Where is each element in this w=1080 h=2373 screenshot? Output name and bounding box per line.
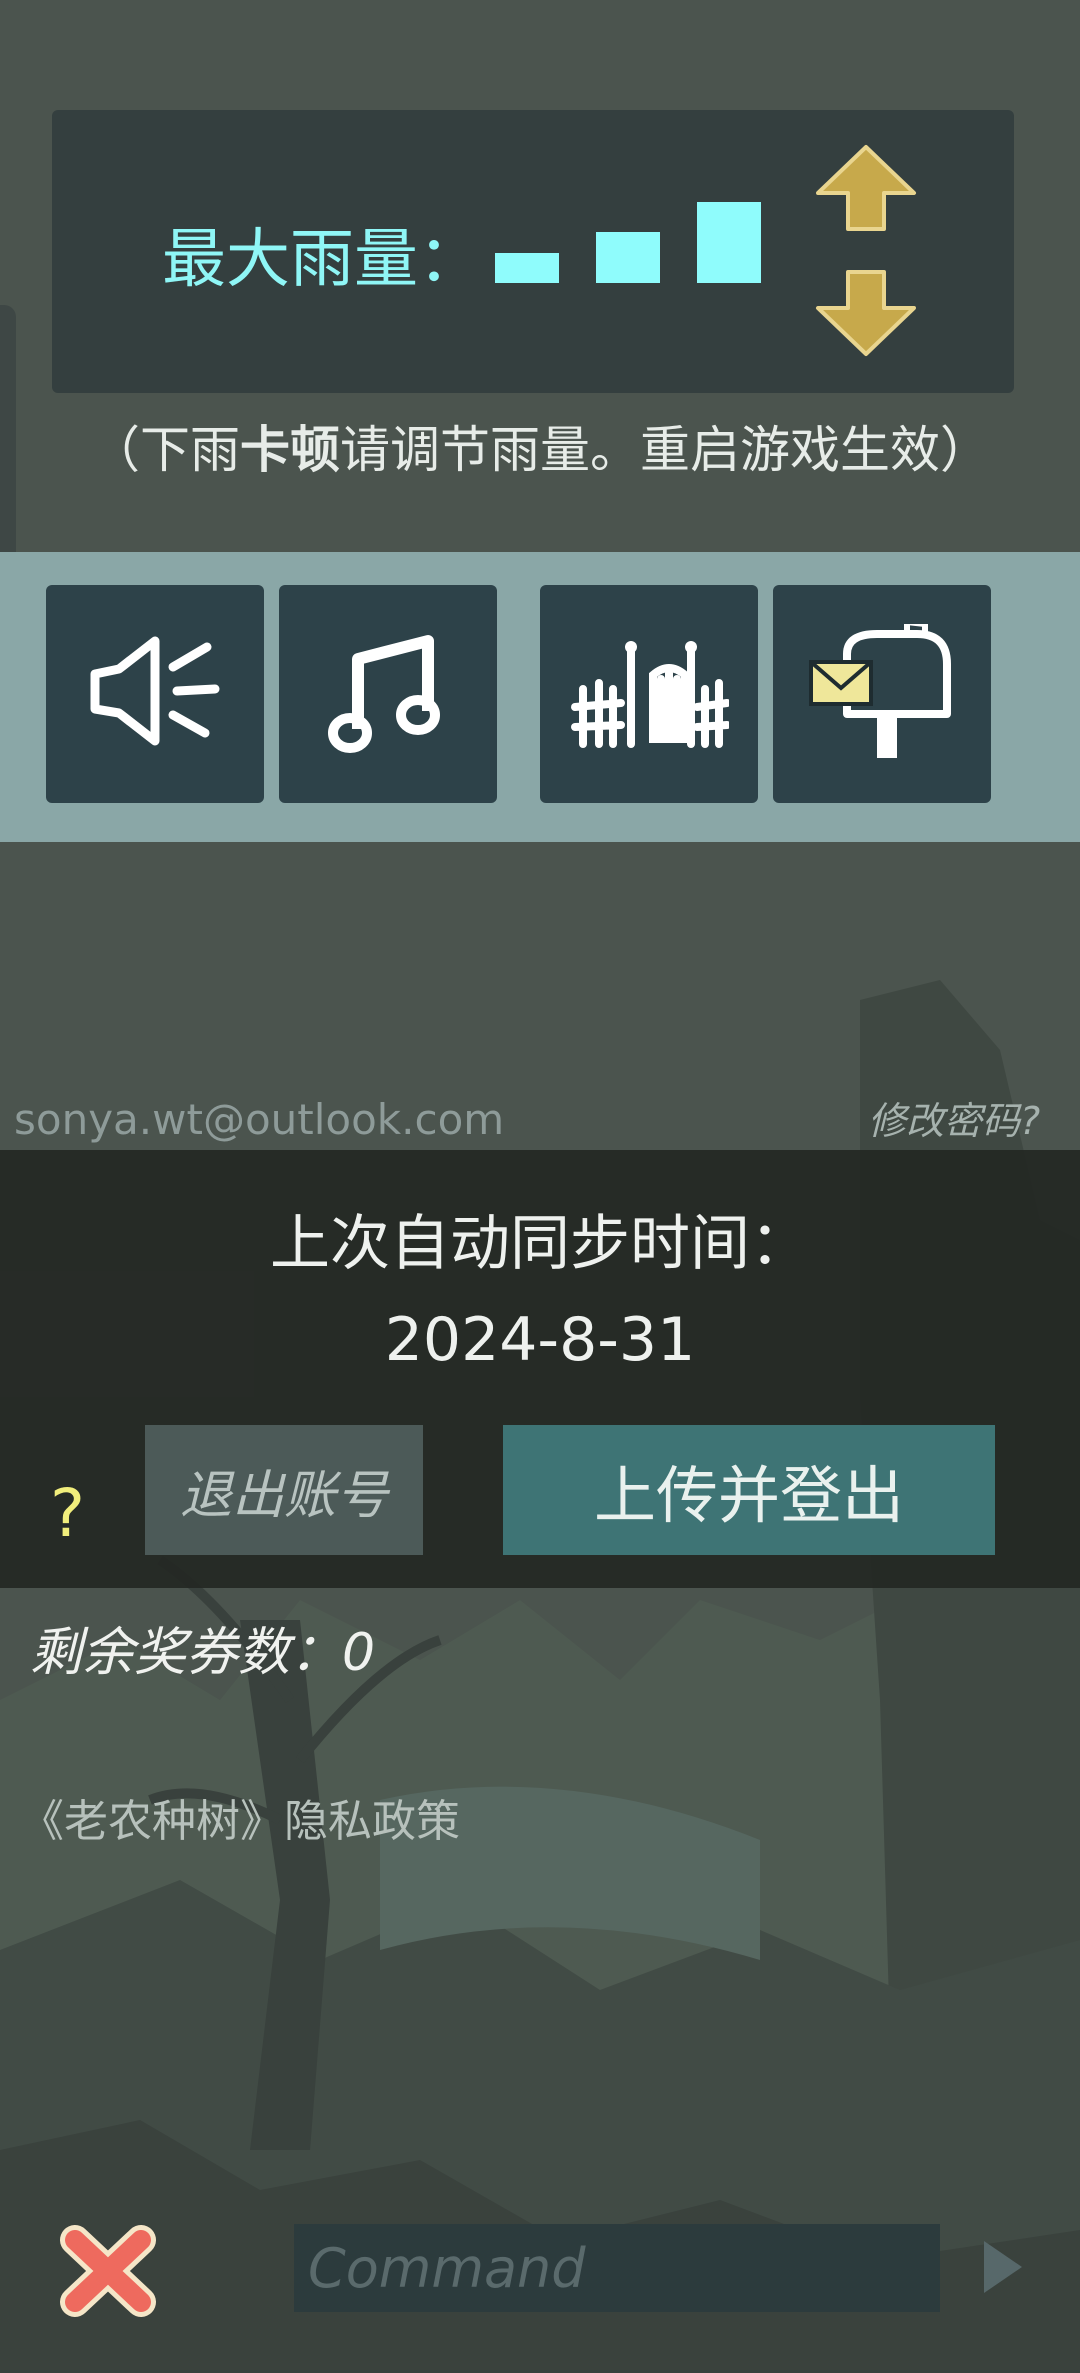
fence-gate-icon (571, 641, 729, 748)
rain-note: （下雨卡顿请调节雨量。重启游戏生效） (90, 421, 990, 479)
fence-gate-button[interactable] (540, 585, 758, 803)
close-icon[interactable] (55, 2222, 160, 2320)
help-question-icon[interactable]: ? (50, 1475, 85, 1552)
command-input[interactable] (294, 2224, 940, 2312)
change-password-link[interactable]: 修改密码? (868, 1090, 1040, 1145)
privacy-policy-link[interactable]: 《老农种树》隐私政策 (20, 1785, 460, 1849)
rain-increase-arrow-icon[interactable] (814, 143, 918, 233)
rain-level-bar-3[interactable] (697, 202, 761, 283)
send-play-icon[interactable] (980, 2237, 1026, 2297)
upload-and-logout-button[interactable]: 上传并登出 (503, 1425, 995, 1555)
music-toggle-button[interactable] (279, 585, 497, 803)
rain-decrease-arrow-icon[interactable] (814, 268, 918, 358)
max-rain-label: 最大雨量： (162, 223, 482, 297)
rain-level-bar-1[interactable] (495, 253, 559, 283)
account-email: sonya.wt@outlook.com (14, 1095, 505, 1144)
last-sync-date: 2024-8-31 (384, 1305, 696, 1375)
rain-level-bar-2[interactable] (596, 232, 660, 283)
sound-toggle-button[interactable] (46, 585, 264, 803)
speaker-icon (90, 636, 220, 746)
remaining-tickets: 剩余奖券数：0 (30, 1623, 376, 1683)
mailbox-icon (809, 624, 951, 758)
logout-button[interactable]: 退出账号 (145, 1425, 423, 1555)
last-sync-label: 上次自动同步时间： (270, 1209, 810, 1279)
mailbox-button[interactable] (773, 585, 991, 803)
music-note-icon (328, 635, 440, 753)
